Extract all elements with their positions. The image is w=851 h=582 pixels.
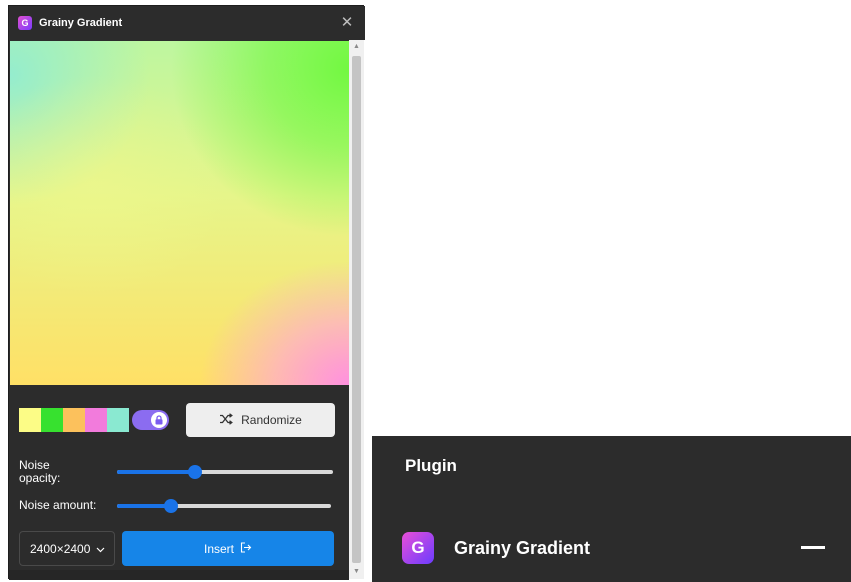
panel-heading: Plugin: [405, 456, 457, 475]
scrollbar[interactable]: ▲ ▼: [349, 40, 364, 579]
minimize-icon[interactable]: [801, 546, 825, 549]
color-swatch[interactable]: [63, 408, 85, 432]
slider-thumb[interactable]: [187, 465, 202, 479]
plugin-row-grainy-gradient[interactable]: G Grainy Gradient: [398, 528, 838, 568]
app-icon: G: [402, 532, 434, 564]
randomize-button[interactable]: Randomize: [186, 403, 335, 437]
screen: G Grainy Gradient ✕ ▲ ▼ Randomize Noise …: [0, 0, 851, 582]
color-swatch[interactable]: [19, 408, 41, 432]
plugins-panel: Plugin G Grainy Gradient: [372, 436, 851, 582]
insert-button[interactable]: Insert: [122, 531, 334, 566]
plugin-window: G Grainy Gradient ✕ ▲ ▼ Randomize Noise …: [8, 5, 365, 580]
titlebar: G Grainy Gradient ✕: [9, 6, 365, 40]
noise-amount-slider[interactable]: [117, 498, 331, 514]
noise-amount-label: Noise amount:: [19, 498, 97, 512]
plugin-name: Grainy Gradient: [454, 538, 591, 558]
color-swatch[interactable]: [85, 408, 107, 432]
insert-label: Insert: [203, 541, 234, 556]
bottom-strip: [9, 570, 349, 580]
color-swatches: [19, 408, 129, 432]
color-swatch[interactable]: [41, 408, 63, 432]
noise-opacity-label-line2: opacity:: [19, 471, 61, 485]
lock-icon: [151, 412, 167, 428]
close-icon[interactable]: ✕: [338, 14, 356, 32]
size-select[interactable]: 2400×2400: [19, 531, 115, 566]
chevron-down-icon: [96, 542, 105, 556]
app-icon: G: [18, 16, 32, 30]
scroll-thumb[interactable]: [352, 56, 361, 563]
window-title: Grainy Gradient: [39, 17, 123, 29]
slider-thumb[interactable]: [163, 499, 178, 513]
insert-icon: [240, 541, 252, 556]
noise-opacity-label-line1: Noise: [19, 458, 50, 472]
color-swatch[interactable]: [107, 408, 129, 432]
scroll-up-icon[interactable]: ▲: [349, 40, 364, 54]
shuffle-icon: [219, 412, 234, 428]
noise-opacity-slider[interactable]: [117, 464, 333, 480]
lock-toggle[interactable]: [132, 410, 169, 430]
size-value: 2400×2400: [30, 541, 91, 556]
gradient-preview: [10, 41, 349, 385]
randomize-label: Randomize: [241, 413, 302, 427]
scroll-down-icon[interactable]: ▼: [349, 565, 364, 579]
